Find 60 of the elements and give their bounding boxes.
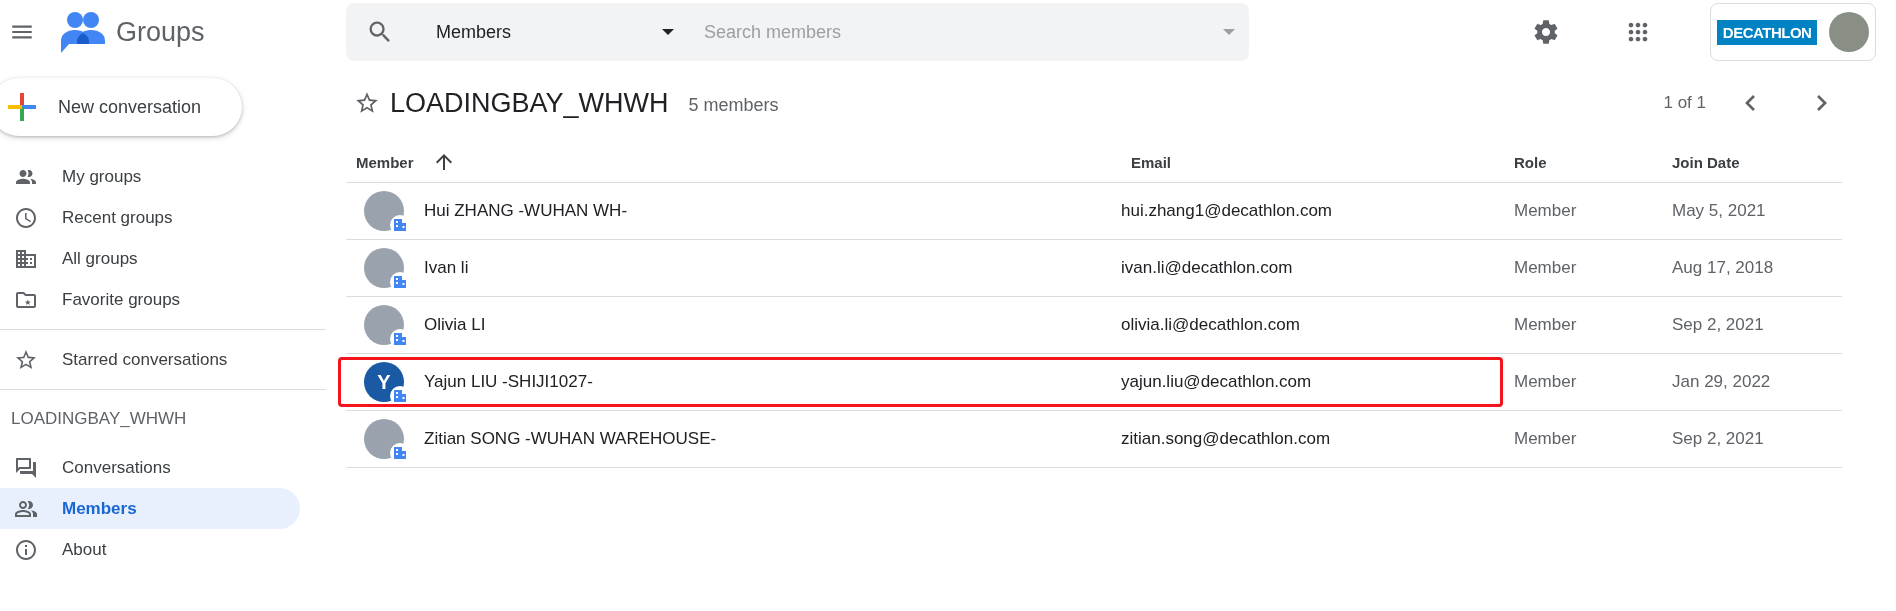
sidebar-item[interactable]: About xyxy=(0,529,300,570)
member-name: Zitian SONG -WUHAN WAREHOUSE- xyxy=(424,429,718,449)
plus-icon xyxy=(8,93,36,121)
member-role: Member xyxy=(1514,258,1577,278)
member-count: 5 members xyxy=(688,94,779,116)
member-name: Hui ZHANG -WUHAN WH- xyxy=(424,201,629,221)
photo-placeholder xyxy=(1829,12,1870,52)
sidebar-item[interactable]: Favorite groups xyxy=(0,279,300,320)
photo-placeholder xyxy=(364,305,404,345)
member-role: Member xyxy=(1514,201,1577,221)
photo-placeholder xyxy=(364,419,404,459)
settings-icon xyxy=(1532,18,1560,46)
member-name: Olivia LI xyxy=(424,315,487,335)
sidebar-item[interactable]: My groups xyxy=(0,156,300,197)
chat-icon xyxy=(14,455,38,480)
member-role: Member xyxy=(1514,429,1577,449)
column-header[interactable]: Member xyxy=(356,153,414,171)
photo-placeholder xyxy=(364,191,404,231)
join-date: Aug 17, 2018 xyxy=(1672,258,1774,278)
caret-icon xyxy=(662,29,674,35)
member-email: olivia.li@decathlon.com xyxy=(1121,315,1300,335)
sidebar-item[interactable]: All groups xyxy=(0,238,300,279)
member-name: Yajun LIU -SHIJI1027- xyxy=(424,372,594,392)
member-email: hui.zhang1@decathlon.com xyxy=(1121,201,1332,221)
info-icon xyxy=(14,537,38,562)
join-date: Jan 29, 2022 xyxy=(1672,372,1771,392)
search-bar[interactable]: Members Search members xyxy=(346,3,1249,61)
page-indicator: 1 of 1 xyxy=(1663,93,1706,113)
join-date: Sep 2, 2021 xyxy=(1672,315,1764,335)
groups-logo-icon xyxy=(60,11,106,53)
chevron-left-icon xyxy=(1745,95,1755,111)
section-label: LOADINGBAY_WHWH xyxy=(10,408,188,430)
account-button[interactable]: DECATHLON xyxy=(1710,3,1876,61)
column-header[interactable]: Email xyxy=(1131,153,1172,171)
join-date: May 5, 2021 xyxy=(1672,201,1766,221)
star-button[interactable] xyxy=(354,90,380,116)
chevron-right-icon xyxy=(1817,95,1827,111)
sidebar-item[interactable]: Starred conversations xyxy=(0,339,300,380)
letter-avatar: Y xyxy=(364,362,404,402)
scope-dropdown[interactable]: Members xyxy=(424,12,686,52)
sidebar-item[interactable]: Recent groups xyxy=(0,197,300,238)
group-title: LOADINGBAY_WHWH xyxy=(390,87,669,119)
member-role: Member xyxy=(1514,315,1577,335)
photo-placeholder xyxy=(364,248,404,288)
star-icon xyxy=(354,90,380,116)
member-role: Member xyxy=(1514,372,1577,392)
column-header[interactable]: Role xyxy=(1514,153,1547,171)
caret-icon xyxy=(1223,29,1235,35)
sidebar-item[interactable]: Members xyxy=(0,488,300,529)
member-name: Ivan li xyxy=(424,258,470,278)
clock-icon xyxy=(14,205,38,230)
join-date: Sep 2, 2021 xyxy=(1672,429,1764,449)
column-header[interactable]: Join Date xyxy=(1672,153,1740,171)
member-email: zitian.song@decathlon.com xyxy=(1121,429,1331,449)
member-email: ivan.li@decathlon.com xyxy=(1121,258,1293,278)
app-title: Groups xyxy=(116,16,205,48)
brand-logo: DECATHLON xyxy=(1716,19,1818,45)
sidebar-item[interactable]: Conversations xyxy=(0,447,300,488)
new-conversation-button[interactable]: New conversation xyxy=(0,78,242,136)
member-email: yajun.liu@decathlon.com xyxy=(1121,372,1312,392)
